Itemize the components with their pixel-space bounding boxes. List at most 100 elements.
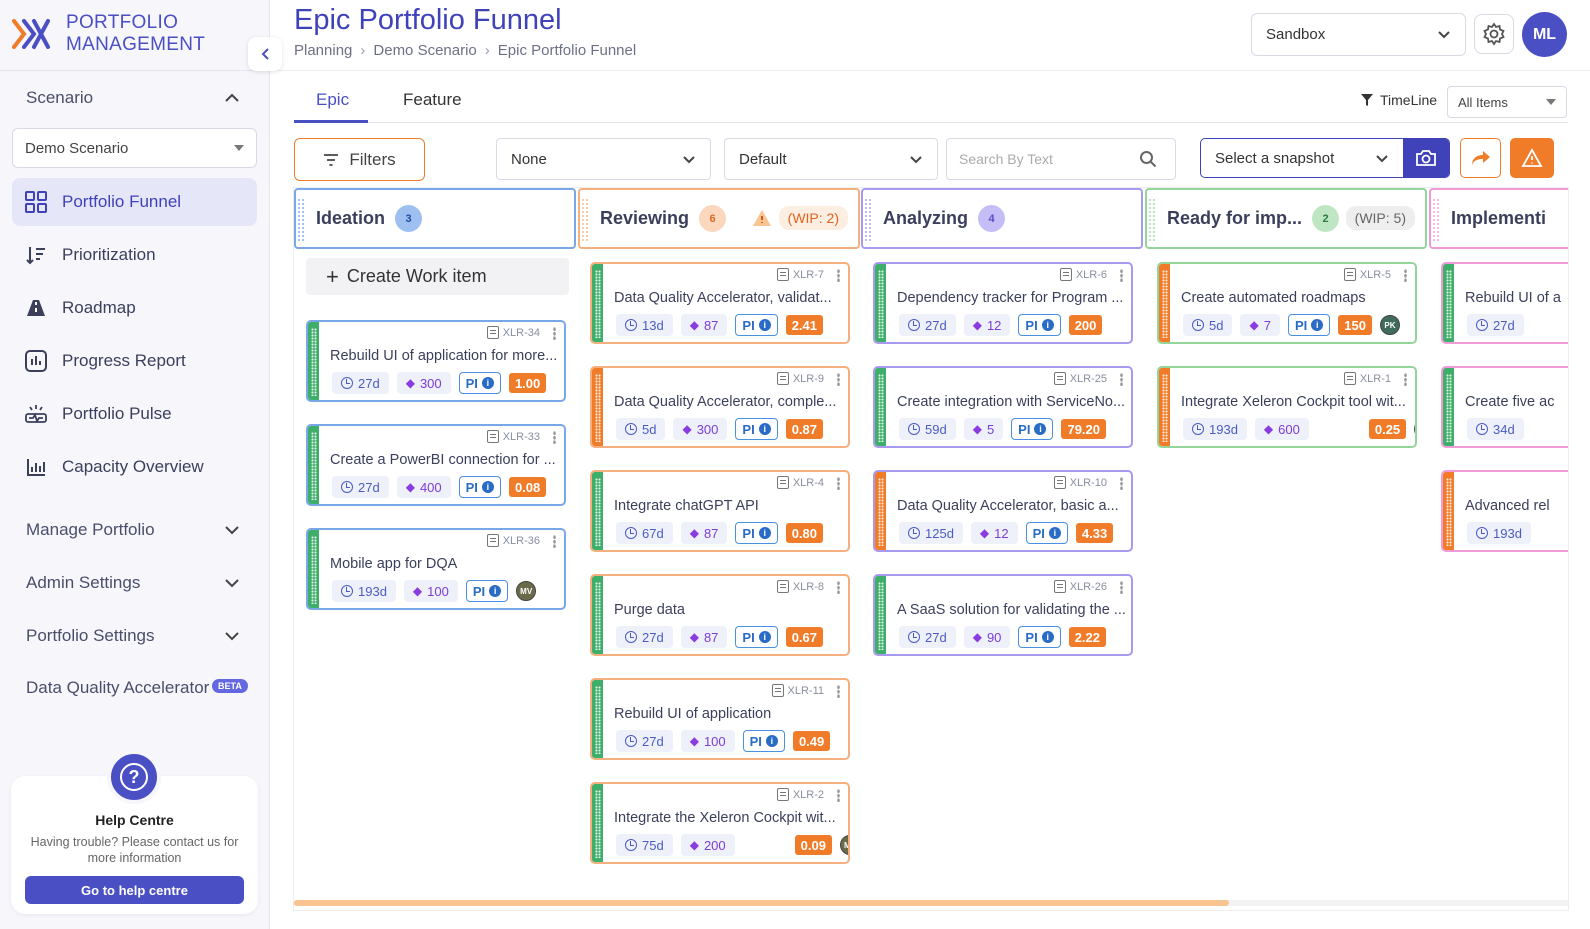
work-item-card[interactable]: XLR-8 Purge data 27d ◆ 87 PI i 0.67: [590, 574, 850, 656]
work-item-card[interactable]: XLR-6 Dependency tracker for Program ... 2…: [873, 262, 1133, 344]
scrollbar-thumb[interactable]: [294, 900, 1229, 906]
kebab-menu-icon[interactable]: [1404, 269, 1407, 282]
card-drag-handle[interactable]: [1159, 264, 1170, 342]
kebab-menu-icon[interactable]: [1120, 373, 1123, 386]
work-item-card[interactable]: XLR-4 Integrate chatGPT API 67d ◆ 87 PI i 0.80: [590, 470, 850, 552]
card-drag-handle[interactable]: [592, 576, 603, 654]
pi-badge[interactable]: PI i: [458, 476, 501, 498]
tab-epic[interactable]: Epic: [316, 90, 349, 110]
card-drag-handle[interactable]: [308, 426, 319, 504]
sidebar-item-portfolio-funnel[interactable]: Portfolio Funnel: [12, 178, 257, 226]
work-item-id[interactable]: XLR-7: [776, 268, 824, 281]
timeline-select[interactable]: All Items: [1447, 86, 1567, 118]
kebab-menu-icon[interactable]: [553, 535, 556, 548]
sidebar-item-capacity-overview[interactable]: Capacity Overview: [12, 443, 257, 491]
work-item-id[interactable]: XLR-8: [776, 580, 824, 593]
brand-logo[interactable]: PORTFOLIO MANAGEMENT: [10, 12, 205, 56]
drag-handle[interactable]: [297, 198, 305, 243]
work-item-card[interactable]: XLR-9 Data Quality Accelerator, comple...…: [590, 366, 850, 448]
pi-badge[interactable]: PI i: [458, 372, 501, 394]
work-item-card[interactable]: XLR-2 Integrate the Xeleron Cockpit wit..…: [590, 782, 850, 864]
pi-badge[interactable]: PI i: [735, 418, 778, 440]
breadcrumb-scenario[interactable]: Demo Scenario: [373, 42, 476, 59]
card-drag-handle[interactable]: [875, 368, 886, 446]
sidebar-item-roadmap[interactable]: Roadmap: [12, 284, 257, 332]
breadcrumb-planning[interactable]: Planning: [294, 42, 352, 59]
kebab-menu-icon[interactable]: [553, 327, 556, 340]
user-avatar[interactable]: ML: [1522, 12, 1567, 57]
work-item-card[interactable]: XLR-36 Mobile app for DQA 193d ◆ 100 PI i MV: [306, 528, 566, 610]
assignee-avatar[interactable]: MV: [839, 835, 848, 855]
work-item-id[interactable]: XLR-25: [1053, 372, 1107, 385]
work-item-id[interactable]: XLR-4: [776, 476, 824, 489]
pi-badge[interactable]: PI i: [1011, 418, 1054, 440]
work-item-id[interactable]: XLR-1: [1343, 372, 1391, 385]
warnings-button[interactable]: [1510, 138, 1554, 178]
search-icon[interactable]: [1139, 150, 1157, 168]
drag-handle[interactable]: [864, 198, 872, 243]
kebab-menu-icon[interactable]: [1404, 373, 1407, 386]
work-item-id[interactable]: XLR-9: [776, 372, 824, 385]
pi-badge[interactable]: PI i: [1018, 314, 1061, 336]
card-drag-handle[interactable]: [592, 680, 603, 758]
drag-handle[interactable]: [581, 198, 589, 243]
settings-button[interactable]: [1474, 14, 1514, 54]
scenario-select[interactable]: Demo Scenario: [12, 128, 257, 168]
create-work-item-button[interactable]: + Create Work item: [306, 258, 569, 295]
assignee-avatar[interactable]: MV: [1414, 419, 1415, 439]
card-drag-handle[interactable]: [592, 472, 603, 550]
kebab-menu-icon[interactable]: [837, 269, 840, 282]
work-item-card[interactable]: XLR-34 Rebuild UI of application for more…: [306, 320, 566, 402]
manage-portfolio-toggle[interactable]: Manage Portfolio: [26, 520, 240, 540]
work-item-id[interactable]: XLR-6: [1059, 268, 1107, 281]
pi-badge[interactable]: PI i: [735, 314, 778, 336]
work-item-card[interactable]: XLR-11 Rebuild UI of application 27d ◆ 100 PI…: [590, 678, 850, 760]
work-item-card[interactable]: XLR-10 Data Quality Accelerator, basic a.…: [873, 470, 1133, 552]
work-item-card[interactable]: XLR-25 Create integration with ServiceNo.…: [873, 366, 1133, 448]
card-drag-handle[interactable]: [1443, 472, 1454, 550]
work-item-card[interactable]: Create five ac 34d: [1441, 366, 1568, 448]
card-drag-handle[interactable]: [592, 368, 603, 446]
card-drag-handle[interactable]: [875, 576, 886, 654]
sidebar-item-portfolio-pulse[interactable]: Portfolio Pulse: [12, 390, 257, 438]
data-quality-accelerator-link[interactable]: Data Quality Accelerator: [26, 678, 240, 698]
column-header[interactable]: Reviewing 6 (WIP: 2): [578, 188, 860, 249]
work-item-id[interactable]: XLR-5: [1343, 268, 1391, 281]
sort-select[interactable]: Default: [724, 138, 938, 180]
kebab-menu-icon[interactable]: [837, 477, 840, 490]
work-item-card[interactable]: XLR-7 Data Quality Accelerator, validat..…: [590, 262, 850, 344]
work-item-id[interactable]: XLR-11: [771, 684, 824, 697]
pi-badge[interactable]: PI i: [1025, 522, 1068, 544]
pi-badge[interactable]: PI i: [465, 580, 509, 602]
work-item-card[interactable]: Advanced rel 193d: [1441, 470, 1568, 552]
drag-handle[interactable]: [1432, 198, 1440, 243]
kebab-menu-icon[interactable]: [837, 685, 840, 698]
kebab-menu-icon[interactable]: [1120, 477, 1123, 490]
environment-select[interactable]: Sandbox: [1251, 13, 1466, 56]
take-snapshot-button[interactable]: [1403, 139, 1449, 177]
pi-badge[interactable]: PI i: [1287, 314, 1331, 336]
go-to-help-centre-button[interactable]: Go to help centre: [25, 876, 244, 904]
work-item-card[interactable]: XLR-1 Integrate Xeleron Cockpit tool wit.…: [1157, 366, 1417, 448]
group-by-select[interactable]: None: [496, 138, 711, 180]
pi-badge[interactable]: PI i: [1018, 626, 1061, 648]
work-item-id[interactable]: XLR-10: [1053, 476, 1107, 489]
assignee-avatar[interactable]: PK: [1379, 315, 1400, 335]
pi-badge[interactable]: PI i: [735, 626, 778, 648]
work-item-id[interactable]: XLR-34: [486, 326, 540, 339]
kebab-menu-icon[interactable]: [553, 431, 556, 444]
collapse-sidebar-button[interactable]: [248, 37, 282, 71]
card-drag-handle[interactable]: [875, 264, 886, 342]
card-drag-handle[interactable]: [1443, 368, 1454, 446]
card-drag-handle[interactable]: [1443, 264, 1454, 342]
work-item-id[interactable]: XLR-33: [486, 430, 540, 443]
tab-feature[interactable]: Feature: [403, 90, 462, 110]
column-header[interactable]: Analyzing 4: [861, 188, 1143, 249]
work-item-card[interactable]: XLR-33 Create a PowerBI connection for ..…: [306, 424, 566, 506]
admin-settings-toggle[interactable]: Admin Settings: [26, 573, 240, 593]
work-item-id[interactable]: XLR-36: [486, 534, 540, 547]
kebab-menu-icon[interactable]: [837, 581, 840, 594]
card-drag-handle[interactable]: [308, 530, 319, 608]
search-input[interactable]: [959, 151, 1139, 167]
pi-badge[interactable]: PI i: [735, 522, 778, 544]
